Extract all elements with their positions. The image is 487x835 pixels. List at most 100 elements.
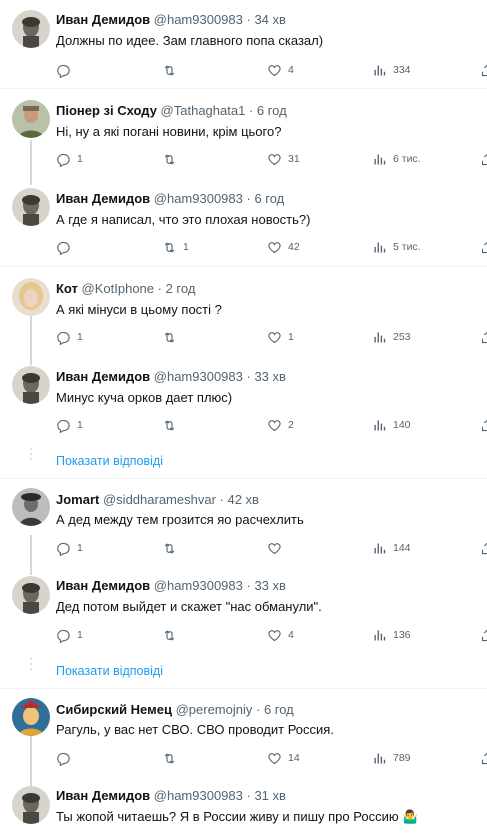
avatar[interactable]	[12, 278, 50, 316]
reply-button[interactable]	[56, 61, 77, 79]
show-replies-link[interactable]: Показати відповіді	[56, 454, 163, 468]
retweet-button[interactable]	[162, 539, 183, 557]
reply-button[interactable]	[56, 238, 77, 256]
like-button[interactable]: 14	[267, 749, 300, 767]
reply-icon	[56, 240, 71, 255]
retweet-button[interactable]	[162, 416, 183, 434]
like-button[interactable]: 42	[267, 238, 300, 256]
share-button[interactable]	[480, 61, 487, 79]
like-icon	[267, 240, 282, 255]
like-button[interactable]: 4	[267, 61, 294, 79]
reply-icon	[56, 628, 71, 643]
author-handle[interactable]: @Tathaghata1	[161, 103, 246, 118]
avatar[interactable]	[12, 698, 50, 736]
like-button[interactable]: 4	[267, 626, 294, 644]
avatar[interactable]	[12, 786, 50, 824]
author-name[interactable]: Сибирский Немец	[56, 702, 172, 717]
timestamp[interactable]: 33 хв	[254, 369, 285, 384]
like-button[interactable]: 2	[267, 416, 294, 434]
author-name[interactable]: Иван Демидов	[56, 12, 150, 27]
show-replies-link[interactable]: Показати відповіді	[56, 664, 163, 678]
views-button[interactable]: 5 тис.	[372, 238, 421, 256]
retweet-button[interactable]	[162, 61, 183, 79]
views-button[interactable]: 253	[372, 328, 411, 346]
author-handle[interactable]: @ham9300983	[154, 369, 243, 384]
tweet-text: Должны по идее. Зам главного попа сказал…	[56, 33, 324, 48]
thread-dots	[29, 448, 33, 463]
timestamp[interactable]: 31 хв	[254, 788, 285, 803]
author-name[interactable]: Иван Демидов	[56, 578, 150, 593]
timestamp[interactable]: 6 год	[254, 191, 284, 206]
avatar[interactable]	[12, 576, 50, 614]
author-name[interactable]: Иван Демидов	[56, 788, 150, 803]
reply-button[interactable]: 1	[56, 416, 83, 434]
retweet-icon	[162, 541, 177, 556]
avatar[interactable]	[12, 488, 50, 526]
retweet-button[interactable]	[162, 150, 183, 168]
avatar[interactable]	[12, 10, 50, 48]
share-button[interactable]	[480, 749, 487, 767]
author-name[interactable]: Иван Демидов	[56, 369, 150, 384]
share-button[interactable]	[480, 238, 487, 256]
views-button[interactable]: 334	[372, 61, 411, 79]
reply-button[interactable]: 1	[56, 328, 83, 346]
retweet-button[interactable]: 1	[162, 238, 189, 256]
author-handle[interactable]: @ham9300983	[154, 191, 243, 206]
author-handle[interactable]: @KotIphone	[82, 281, 154, 296]
divider	[0, 88, 487, 89]
reply-icon	[56, 541, 71, 556]
reply-button[interactable]	[56, 749, 77, 767]
author-name[interactable]: Піонер зі Сходу	[56, 103, 157, 118]
share-button[interactable]	[480, 539, 487, 557]
reply-button[interactable]: 1	[56, 626, 83, 644]
author-handle[interactable]: @peremojniy	[176, 702, 253, 717]
tweet-text: Рагуль, у вас нет СВО. СВО проводит Росс…	[56, 722, 334, 737]
timestamp[interactable]: 6 год	[264, 702, 294, 717]
retweet-icon	[162, 240, 177, 255]
thread-line	[30, 733, 32, 788]
tweet-text: Минус куча орков дает плюс)	[56, 390, 233, 405]
like-icon	[267, 418, 282, 433]
retweet-icon	[162, 330, 177, 345]
author-name[interactable]: Кот	[56, 281, 78, 296]
like-button[interactable]: 1	[267, 328, 294, 346]
timestamp[interactable]: 2 год	[166, 281, 196, 296]
reply-button[interactable]: 1	[56, 150, 83, 168]
share-icon	[480, 418, 487, 433]
timestamp[interactable]: 42 хв	[227, 492, 258, 507]
retweet-icon	[162, 418, 177, 433]
share-button[interactable]	[480, 626, 487, 644]
views-icon	[372, 541, 387, 556]
share-button[interactable]	[480, 416, 487, 434]
views-icon	[372, 330, 387, 345]
reply-icon	[56, 751, 71, 766]
avatar[interactable]	[12, 100, 50, 138]
like-button[interactable]: 31	[267, 150, 300, 168]
timestamp[interactable]: 34 хв	[254, 12, 285, 27]
author-handle[interactable]: @siddharameshvar	[103, 492, 216, 507]
avatar[interactable]	[12, 366, 50, 404]
views-button[interactable]: 140	[372, 416, 411, 434]
share-button[interactable]	[480, 150, 487, 168]
like-button[interactable]	[267, 539, 288, 557]
retweet-icon	[162, 628, 177, 643]
share-button[interactable]	[480, 328, 487, 346]
author-handle[interactable]: @ham9300983	[154, 12, 243, 27]
timestamp[interactable]: 33 хв	[254, 578, 285, 593]
author-name[interactable]: Иван Демидов	[56, 191, 150, 206]
views-button[interactable]: 789	[372, 749, 411, 767]
retweet-button[interactable]	[162, 328, 183, 346]
timestamp[interactable]: 6 год	[257, 103, 287, 118]
avatar[interactable]	[12, 188, 50, 226]
retweet-button[interactable]	[162, 749, 183, 767]
tweet-text: А дед между тем грозится яо расчехлить	[56, 512, 304, 527]
retweet-button[interactable]	[162, 626, 183, 644]
views-button[interactable]: 144	[372, 539, 411, 557]
reply-button[interactable]: 1	[56, 539, 83, 557]
author-handle[interactable]: @ham9300983	[154, 788, 243, 803]
divider	[0, 478, 487, 479]
author-name[interactable]: Jomart	[56, 492, 99, 507]
views-button[interactable]: 6 тис.	[372, 150, 421, 168]
author-handle[interactable]: @ham9300983	[154, 578, 243, 593]
views-button[interactable]: 136	[372, 626, 411, 644]
